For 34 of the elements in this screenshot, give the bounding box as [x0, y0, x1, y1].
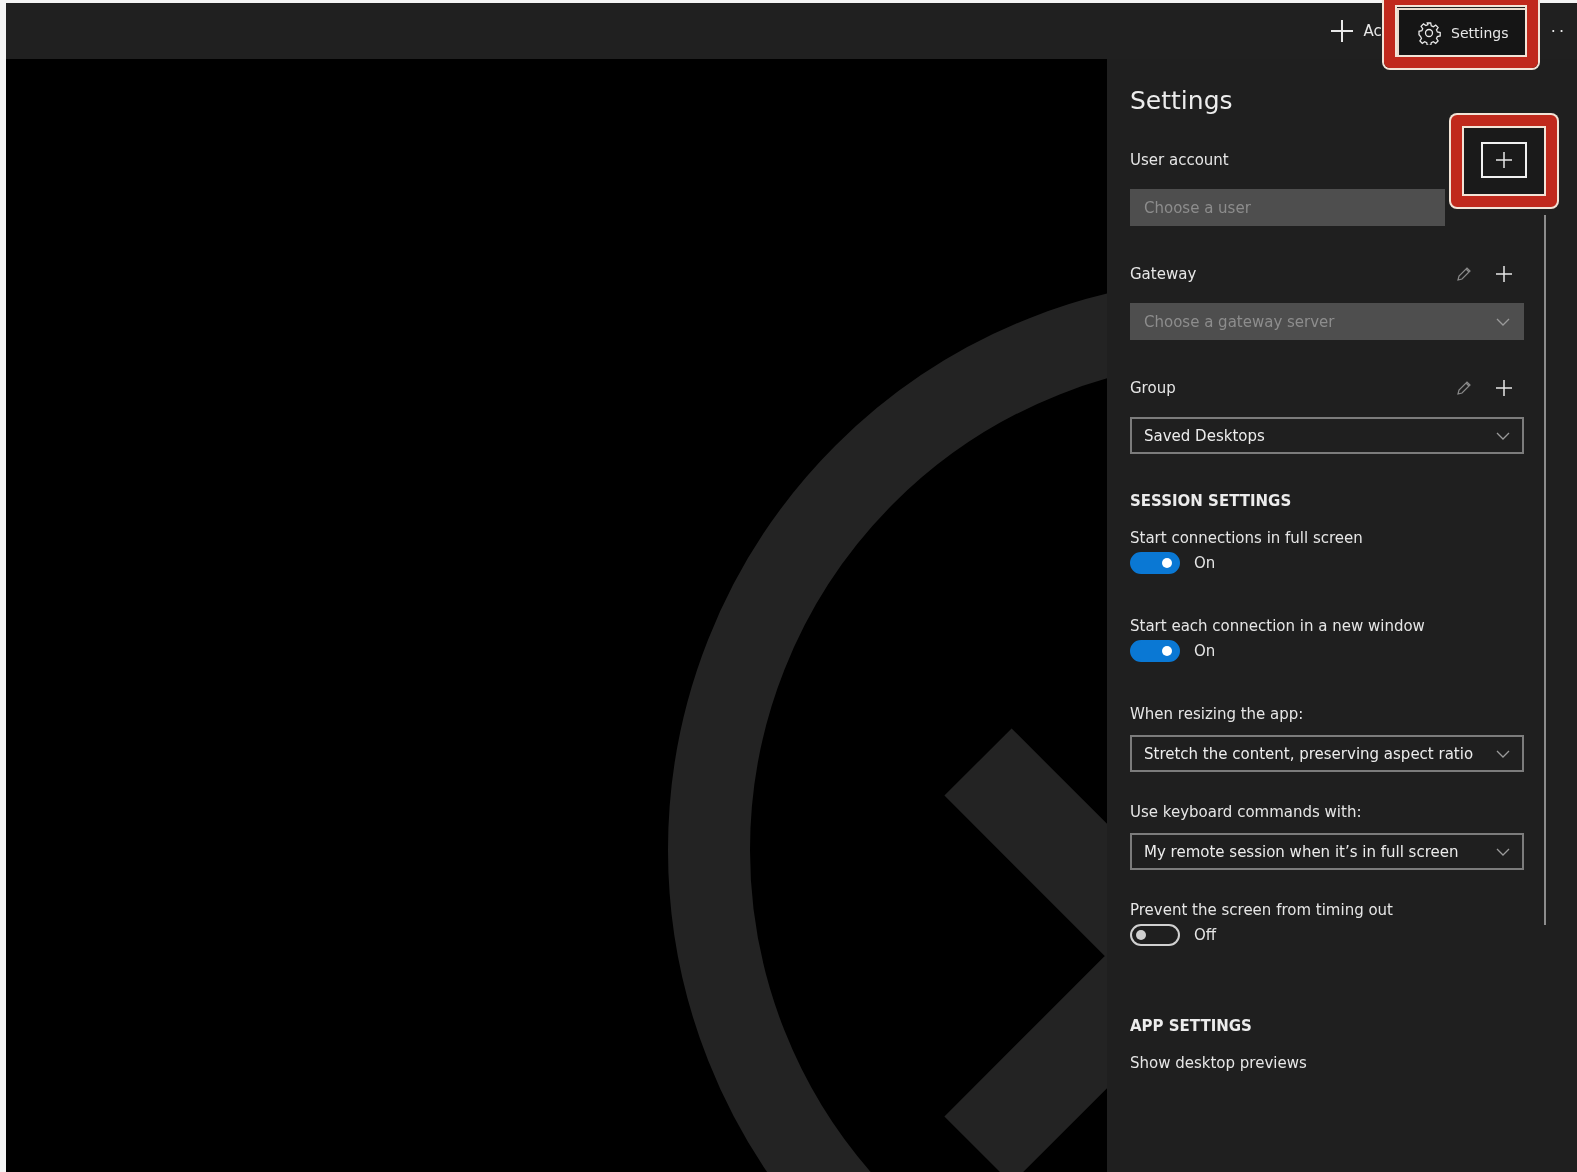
gear-icon	[1417, 21, 1442, 45]
setting-label: Start each connection in a new window	[1130, 616, 1426, 636]
setting-label: Show desktop previews	[1130, 1053, 1308, 1073]
dropdown[interactable]: Stretch the content, preserving aspect ratio	[1130, 735, 1524, 772]
scrollbar[interactable]	[1544, 215, 1546, 925]
field-label: Gateway	[1130, 265, 1197, 283]
dropdown: Choose a user	[1130, 189, 1445, 226]
toggle-state: Off	[1194, 926, 1217, 944]
add-button[interactable]: Ac	[1329, 19, 1382, 43]
section-heading: APP SETTINGS	[1130, 1017, 1253, 1035]
toggle-switch[interactable]	[1130, 640, 1180, 662]
pencil-icon	[1455, 379, 1473, 397]
toggle-state: On	[1194, 642, 1216, 660]
plus-icon	[1495, 265, 1513, 283]
setting-label: Prevent the screen from timing out	[1130, 900, 1394, 920]
dropdown: Choose a gateway server	[1130, 303, 1524, 340]
dropdown[interactable]: My remote session when it’s in full screen	[1130, 833, 1524, 870]
panel-title: Settings	[1130, 86, 1234, 117]
toggle-state: On	[1194, 554, 1216, 572]
plus-icon	[1495, 151, 1513, 169]
dropdown[interactable]: Saved Desktops	[1130, 417, 1524, 454]
plus-icon	[1495, 379, 1513, 397]
setting-label: Start connections in full screen	[1130, 528, 1364, 548]
field-label: User account	[1130, 151, 1229, 169]
pencil-icon	[1455, 265, 1473, 283]
chevron-down-icon	[1496, 749, 1510, 758]
setting-label: Use keyboard commands with:	[1130, 802, 1363, 822]
more-button[interactable]: ··	[1550, 21, 1567, 41]
plus-icon	[1329, 19, 1354, 43]
field-label: Group	[1130, 379, 1176, 397]
toggle-switch[interactable]	[1130, 552, 1180, 574]
section-heading: SESSION SETTINGS	[1130, 492, 1293, 510]
chevron-down-icon	[1496, 847, 1510, 856]
setting-label: When resizing the app:	[1130, 704, 1305, 724]
